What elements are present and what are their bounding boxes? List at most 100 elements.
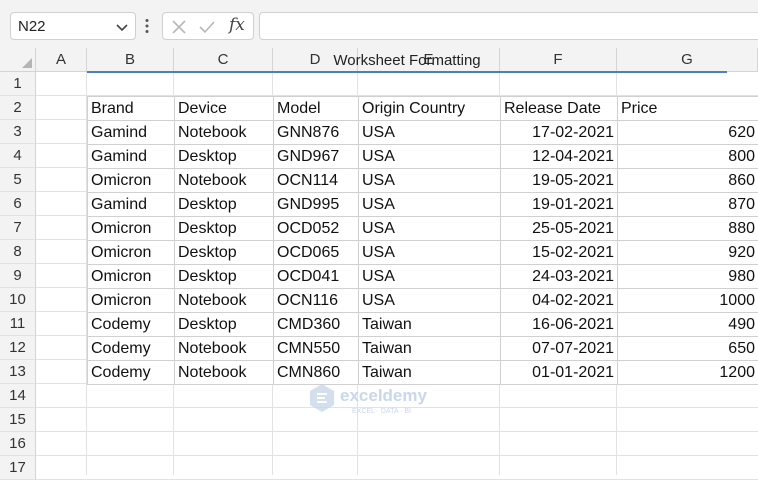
table-cell[interactable]: Notebook [174, 360, 274, 385]
row-header-13[interactable]: 13 [0, 360, 36, 384]
row-header-1[interactable]: 1 [0, 72, 36, 96]
table-cell[interactable]: USA [358, 216, 501, 241]
table-cell[interactable]: 860 [617, 168, 758, 193]
table-header-cell[interactable]: Device [174, 96, 274, 121]
row-header-15[interactable]: 15 [0, 408, 36, 432]
table-header-cell[interactable]: Price [617, 96, 758, 121]
table-cell[interactable]: CMD360 [273, 312, 359, 337]
watermark-name: exceldemy [340, 386, 427, 405]
table-cell[interactable]: Desktop [174, 312, 274, 337]
table-header-cell[interactable]: Origin Country [358, 96, 501, 121]
table-cell[interactable]: OCN116 [273, 288, 359, 313]
table-cell[interactable]: 650 [617, 336, 758, 361]
table-cell[interactable]: USA [358, 144, 501, 169]
row-header-7[interactable]: 7 [0, 216, 36, 240]
table-cell[interactable]: Desktop [174, 144, 274, 169]
row-header-2[interactable]: 2 [0, 96, 36, 120]
table-cell[interactable]: 620 [617, 120, 758, 145]
table-cell[interactable]: 24-03-2021 [500, 264, 618, 289]
sheet-title[interactable]: Worksheet Formatting [87, 48, 727, 72]
table-cell[interactable]: GND995 [273, 192, 359, 217]
row-header-16[interactable]: 16 [0, 432, 36, 456]
row-header-8[interactable]: 8 [0, 240, 36, 264]
table-cell[interactable]: Desktop [174, 264, 274, 289]
more-options-icon[interactable] [144, 18, 150, 34]
row-header-10[interactable]: 10 [0, 288, 36, 312]
table-cell[interactable]: Codemy [87, 360, 175, 385]
table-cell[interactable]: Omicron [87, 264, 175, 289]
formula-input[interactable] [259, 12, 758, 40]
table-cell[interactable]: GNN876 [273, 120, 359, 145]
table-cell[interactable]: 12-04-2021 [500, 144, 618, 169]
row-header-4[interactable]: 4 [0, 144, 36, 168]
row-header-12[interactable]: 12 [0, 336, 36, 360]
insert-function-icon[interactable]: fx [229, 15, 245, 35]
table-cell[interactable]: Notebook [174, 120, 274, 145]
table-cell[interactable]: Gamind [87, 144, 175, 169]
table-cell[interactable]: Notebook [174, 288, 274, 313]
confirm-check-icon[interactable] [199, 19, 215, 35]
table-cell[interactable]: Omicron [87, 288, 175, 313]
cancel-icon[interactable] [171, 19, 187, 35]
table-cell[interactable]: 1000 [617, 288, 758, 313]
table-cell[interactable]: 19-01-2021 [500, 192, 618, 217]
table-cell[interactable]: 19-05-2021 [500, 168, 618, 193]
chevron-down-icon[interactable] [115, 20, 129, 34]
watermark-tagline: EXCEL · DATA · BI [352, 408, 411, 415]
table-cell[interactable]: 870 [617, 192, 758, 217]
table-cell[interactable]: 920 [617, 240, 758, 265]
table-cell[interactable]: Codemy [87, 312, 175, 337]
table-cell[interactable]: Omicron [87, 216, 175, 241]
table-cell[interactable]: 880 [617, 216, 758, 241]
table-cell[interactable]: Omicron [87, 168, 175, 193]
table-cell[interactable]: Gamind [87, 120, 175, 145]
table-cell[interactable]: Taiwan [358, 312, 501, 337]
table-cell[interactable]: 07-07-2021 [500, 336, 618, 361]
table-cell[interactable]: 01-01-2021 [500, 360, 618, 385]
column-header-a[interactable]: A [36, 48, 87, 72]
row-header-5[interactable]: 5 [0, 168, 36, 192]
table-cell[interactable]: Desktop [174, 216, 274, 241]
table-header-cell[interactable]: Release Date [500, 96, 618, 121]
table-cell[interactable]: 980 [617, 264, 758, 289]
row-header-14[interactable]: 14 [0, 384, 36, 408]
table-cell[interactable]: USA [358, 168, 501, 193]
table-cell[interactable]: USA [358, 264, 501, 289]
table-cell[interactable]: CMN550 [273, 336, 359, 361]
table-cell[interactable]: 1200 [617, 360, 758, 385]
table-header-cell[interactable]: Model [273, 96, 359, 121]
row-header-17[interactable]: 17 [0, 456, 36, 480]
row-header-11[interactable]: 11 [0, 312, 36, 336]
table-cell[interactable]: 15-02-2021 [500, 240, 618, 265]
table-cell[interactable]: OCN114 [273, 168, 359, 193]
table-cell[interactable]: USA [358, 120, 501, 145]
table-cell[interactable]: 04-02-2021 [500, 288, 618, 313]
table-cell[interactable]: 17-02-2021 [500, 120, 618, 145]
table-cell[interactable]: OCD065 [273, 240, 359, 265]
table-header-cell[interactable]: Brand [87, 96, 175, 121]
table-cell[interactable]: USA [358, 288, 501, 313]
select-all-button[interactable] [0, 48, 36, 72]
table-cell[interactable]: Codemy [87, 336, 175, 361]
table-cell[interactable]: Notebook [174, 336, 274, 361]
table-cell[interactable]: GND967 [273, 144, 359, 169]
table-cell[interactable]: Notebook [174, 168, 274, 193]
table-cell[interactable]: USA [358, 192, 501, 217]
table-cell[interactable]: USA [358, 240, 501, 265]
table-cell[interactable]: OCD052 [273, 216, 359, 241]
row-header-6[interactable]: 6 [0, 192, 36, 216]
row-header-9[interactable]: 9 [0, 264, 36, 288]
row-header-3[interactable]: 3 [0, 120, 36, 144]
table-cell[interactable]: Desktop [174, 192, 274, 217]
table-cell[interactable]: 800 [617, 144, 758, 169]
table-cell[interactable]: 25-05-2021 [500, 216, 618, 241]
name-box[interactable]: N22 [10, 12, 136, 40]
gridline-horizontal [36, 455, 758, 456]
table-cell[interactable]: Taiwan [358, 336, 501, 361]
table-cell[interactable]: Desktop [174, 240, 274, 265]
table-cell[interactable]: Omicron [87, 240, 175, 265]
table-cell[interactable]: Gamind [87, 192, 175, 217]
table-cell[interactable]: 16-06-2021 [500, 312, 618, 337]
table-cell[interactable]: 490 [617, 312, 758, 337]
table-cell[interactable]: OCD041 [273, 264, 359, 289]
